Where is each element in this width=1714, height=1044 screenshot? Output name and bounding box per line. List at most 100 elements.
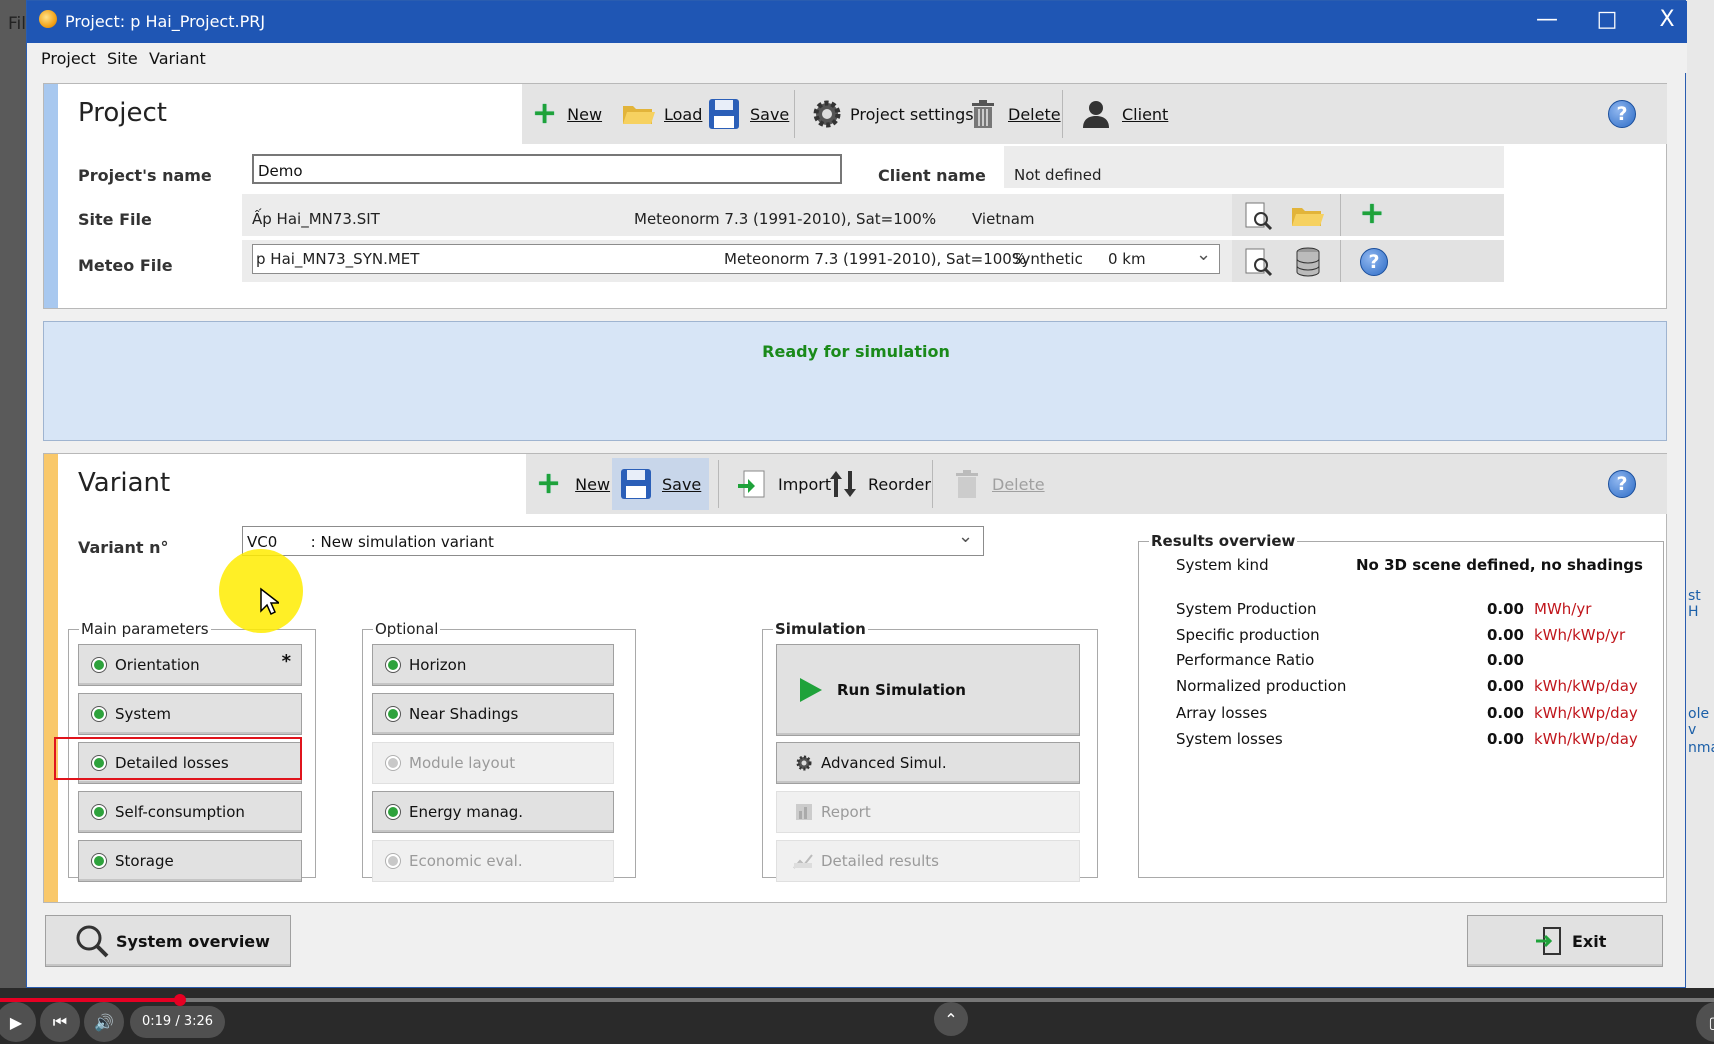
client-name-value: Not defined (1014, 166, 1102, 184)
variant-import-button[interactable]: Import (736, 464, 831, 504)
run-simulation-button[interactable]: Run Simulation (776, 644, 1080, 736)
project-help-icon[interactable]: ? (1608, 100, 1636, 128)
energy-management-button[interactable]: Energy manag. (372, 791, 614, 833)
report-icon (796, 804, 812, 820)
exit-label: Exit (1572, 931, 1607, 951)
variant-select[interactable]: VC0 : New simulation variant (242, 526, 984, 556)
status-message: Ready for simulation (762, 342, 950, 361)
variant-save-label: Save (662, 474, 702, 494)
module-layout-button[interactable]: Module layout (372, 742, 614, 784)
video-progress-handle[interactable] (173, 994, 186, 1006)
orientation-label: Orientation (115, 656, 200, 674)
project-delete-label: Delete (1008, 104, 1061, 124)
self-consumption-button[interactable]: Self-consumption (78, 791, 302, 833)
variant-help-icon[interactable]: ? (1608, 470, 1636, 498)
gear-icon (813, 100, 841, 128)
highlight-box (54, 737, 302, 780)
toolbar-separator (932, 460, 933, 508)
project-settings-button[interactable]: Project settings (812, 94, 974, 134)
chevron-up-icon[interactable]: ⌃ (934, 1002, 968, 1036)
search-icon (76, 925, 109, 958)
project-client-button[interactable]: Client (1082, 94, 1168, 134)
project-delete-button[interactable]: Delete (970, 94, 1061, 134)
result-unit: kWh/kWp/yr (1534, 626, 1626, 644)
mouse-pointer-icon (260, 587, 279, 616)
system-label: System (115, 705, 171, 723)
result-value: 0.00 (1486, 626, 1524, 644)
database-shape (1296, 247, 1320, 277)
trash-icon (956, 470, 978, 498)
near-shadings-button[interactable]: Near Shadings (372, 693, 614, 735)
project-save-button[interactable]: Save (708, 94, 789, 134)
meteo-view-icon[interactable] (1240, 244, 1276, 280)
status-indicator-icon (385, 804, 401, 820)
variant-delete-button[interactable]: Delete (954, 464, 1045, 504)
background-menu-text: Fil (8, 14, 26, 34)
system-kind-label: System kind (1176, 556, 1269, 574)
result-value: 0.00 (1486, 704, 1524, 722)
chevron-down-icon[interactable]: ⌄ (1196, 244, 1211, 265)
chevron-down-icon[interactable]: ⌄ (958, 526, 973, 547)
user-icon (1083, 101, 1109, 128)
storage-button[interactable]: Storage (78, 840, 302, 882)
app-icon (39, 10, 57, 28)
variant-save-button[interactable]: Save (612, 458, 710, 510)
detailed-results-label: Detailed results (821, 852, 939, 870)
economic-eval-button[interactable]: Economic eval. (372, 840, 614, 882)
project-new-label: New (567, 104, 603, 124)
results-overview-legend: Results overview (1151, 532, 1296, 550)
site-add-icon[interactable]: + (1354, 196, 1390, 232)
video-progress-track[interactable] (0, 998, 1714, 1002)
orientation-button[interactable]: Orientation * (78, 644, 302, 686)
background-left: Fil (0, 0, 26, 1044)
result-value: 0.00 (1486, 730, 1524, 748)
variant-new-button[interactable]: + New (536, 464, 610, 504)
meteo-help-icon[interactable]: ? (1360, 248, 1388, 276)
run-simulation-label: Run Simulation (837, 681, 966, 699)
play-button[interactable]: ▶ (0, 1002, 36, 1042)
project-new-button[interactable]: + New (532, 94, 602, 134)
reorder-arrows-icon (830, 471, 856, 497)
detailed-results-button[interactable]: Detailed results (776, 840, 1080, 882)
toolbar-separator (794, 90, 795, 138)
status-indicator-icon (91, 853, 107, 869)
variant-delete-label: Delete (992, 474, 1045, 494)
variant-title: Variant (78, 468, 171, 498)
maximize-button[interactable]: □ (1587, 7, 1627, 32)
result-unit: kWh/kWp/day (1534, 704, 1638, 722)
system-button[interactable]: System (78, 693, 302, 735)
close-button[interactable]: X (1647, 7, 1687, 32)
horizon-button[interactable]: Horizon (372, 644, 614, 686)
meteo-file-source: Meteonorm 7.3 (1991-2010), Sat=100% (724, 250, 1027, 268)
result-value: 0.00 (1486, 651, 1524, 669)
project-load-button[interactable]: Load (622, 94, 702, 134)
site-file-country: Vietnam (972, 210, 1035, 228)
floppy-disk-icon (621, 469, 651, 499)
menu-variant[interactable]: Variant (149, 49, 206, 68)
system-overview-button[interactable]: System overview (45, 915, 291, 967)
economic-eval-label: Economic eval. (409, 852, 523, 870)
project-name-input[interactable]: Demo (252, 154, 842, 184)
exit-button[interactable]: Exit (1467, 915, 1663, 967)
menu-project[interactable]: Project (41, 49, 96, 68)
database-icon[interactable] (1290, 244, 1326, 280)
site-open-folder-icon[interactable] (1290, 198, 1326, 234)
magnifier-document-icon (1245, 202, 1273, 231)
variant-reorder-button[interactable]: Reorder (828, 464, 931, 504)
chart-icon (793, 854, 813, 869)
minimize-button[interactable]: — (1527, 7, 1567, 32)
system-overview-label: System overview (116, 931, 270, 951)
volume-button[interactable]: 🔊 (84, 1002, 124, 1042)
background-text: nmar (1688, 740, 1714, 756)
site-view-icon[interactable] (1240, 198, 1276, 234)
menu-site[interactable]: Site (107, 49, 138, 68)
advanced-simul-button[interactable]: Advanced Simul. (776, 742, 1080, 784)
previous-button[interactable]: ⏮ (40, 1002, 80, 1042)
report-button[interactable]: Report (776, 791, 1080, 833)
site-file-name: Ấp Hai_MN73.SIT (252, 210, 380, 228)
title-bar[interactable]: Project: p Hai_Project.PRJ — □ X (27, 1, 1687, 43)
exit-door-icon (1536, 927, 1561, 955)
fullscreen-button[interactable]: ▢ (1696, 1002, 1714, 1042)
system-kind-value: No 3D scene defined, no shadings (1356, 556, 1643, 574)
plus-icon: + (536, 466, 562, 501)
